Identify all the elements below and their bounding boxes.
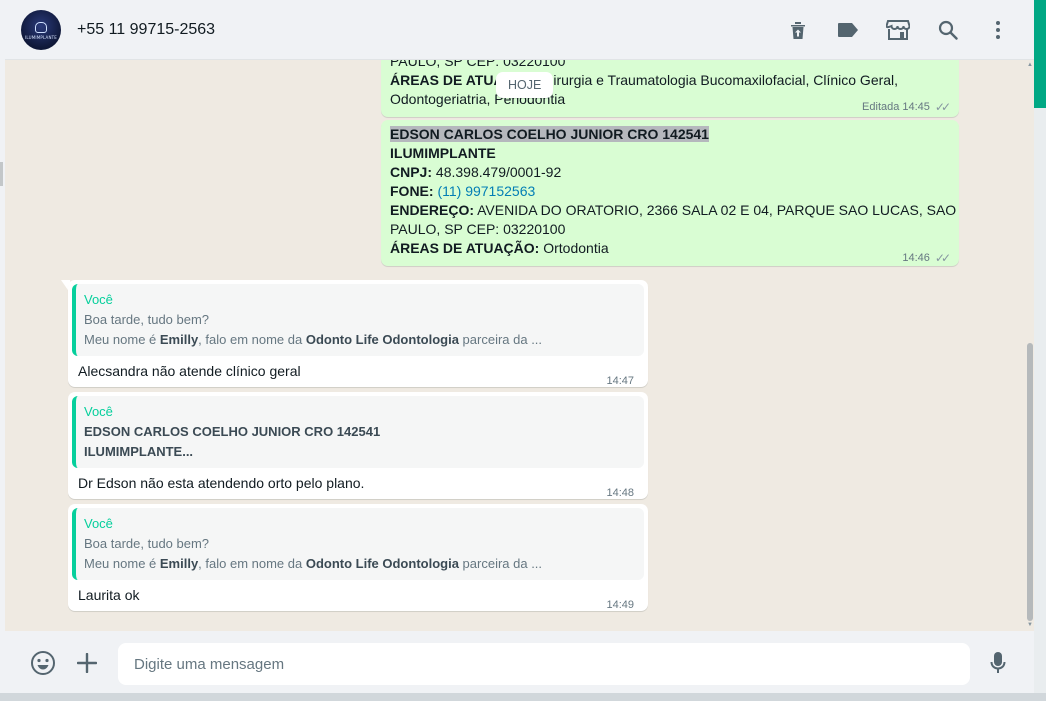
scroll-up-icon[interactable]: ▲	[1027, 62, 1033, 68]
quote-text: , falo em nome da	[198, 556, 306, 571]
message-time: 14:47	[606, 375, 634, 387]
message-meta: 14:49	[606, 596, 640, 615]
message-composer	[5, 631, 1034, 693]
quote-text-line: EDSON CARLOS COELHO JUNIOR CRO 142541	[84, 424, 381, 439]
field-label: ÁREAS DE ATUAÇÃO:	[390, 240, 540, 256]
tooth-logo-icon	[35, 22, 47, 33]
delete-icon[interactable]	[786, 18, 810, 42]
double-check-icon: ✓✓	[934, 251, 951, 265]
left-edge-marker	[0, 162, 3, 186]
message-time: 14:46	[902, 252, 930, 264]
quote-author: Você	[84, 292, 113, 307]
chat-window: ILUMIMPLANTE +55 11 99715-2563 PAULO, SP…	[5, 0, 1034, 693]
quote-text-line: Meu nome é Emilly, falo em nome da Odont…	[84, 330, 644, 350]
quote-text-bold: Emilly	[159, 556, 199, 571]
message-outgoing[interactable]: EDSON CARLOS COELHO JUNIOR CRO 142541 IL…	[381, 120, 959, 266]
quote-text-bold: Emilly	[159, 332, 199, 347]
message-incoming[interactable]: Você Boa tarde, tudo bem? Meu nome é Emi…	[68, 504, 648, 611]
scroll-down-icon[interactable]: ▼	[1027, 622, 1033, 628]
message-scrollbar[interactable]: ▲ ▼	[1026, 60, 1034, 631]
field-value: Ortodontia	[539, 240, 609, 256]
search-icon[interactable]	[936, 18, 960, 42]
double-check-icon: ✓✓	[934, 100, 951, 114]
message-input[interactable]	[118, 643, 970, 685]
label-icon[interactable]	[836, 18, 860, 42]
message-title: EDSON CARLOS COELHO JUNIOR CRO 142541	[390, 126, 709, 142]
quote-text-bold: Odonto Life Odontologia	[305, 556, 459, 571]
field-label: CNPJ:	[390, 164, 433, 180]
message-time: 14:49	[606, 599, 634, 611]
avatar-brand-text: ILUMIMPLANTE	[24, 35, 58, 40]
field-value: 48.398.479/0001-92	[432, 164, 562, 180]
quote-text: Meu nome é	[84, 332, 160, 347]
message-incoming[interactable]: Você EDSON CARLOS COELHO JUNIOR CRO 1425…	[68, 392, 648, 499]
message-meta: 14:47	[606, 372, 640, 391]
message-text-line: FONE: (11) 997152563	[390, 182, 535, 201]
message-list[interactable]: PAULO, SP CEP: 03220100 ÁREAS DE ATUAÇÃO…	[5, 60, 1034, 631]
message-text-line: PAULO, SP CEP: 03220100	[390, 221, 566, 237]
quote-text-line: Meu nome é Emilly, falo em nome da Odont…	[84, 554, 644, 574]
chat-header: ILUMIMPLANTE +55 11 99715-2563	[5, 0, 1034, 60]
quote-text-line: Boa tarde, tudo bem?	[84, 312, 210, 327]
message-outgoing[interactable]: PAULO, SP CEP: 03220100 ÁREAS DE ATUAÇÃO…	[381, 60, 959, 117]
contact-name[interactable]: +55 11 99715-2563	[77, 21, 215, 39]
message-text-line: EDSON CARLOS COELHO JUNIOR CRO 142541	[390, 125, 709, 144]
message-text-line: CNPJ: 48.398.479/0001-92	[390, 163, 561, 182]
quote-text-line: Boa tarde, tudo bem?	[84, 536, 210, 551]
quote-author: Você	[84, 516, 113, 531]
emoji-icon[interactable]	[30, 650, 56, 676]
message-incoming[interactable]: Você Boa tarde, tudo bem? Meu nome é Emi…	[68, 280, 648, 387]
scrollbar-thumb[interactable]	[1027, 343, 1033, 621]
field-value: AVENIDA DO ORATORIO, 2366 SALA 02 E 04, …	[474, 202, 957, 218]
right-edge-accent	[1034, 0, 1046, 108]
message-time: 14:45	[902, 101, 930, 113]
date-divider: HOJE	[496, 72, 554, 98]
message-meta: Editada 14:45 ✓✓	[862, 98, 951, 117]
edited-label: Editada	[862, 101, 900, 113]
message-text: Laurita ok	[78, 587, 140, 603]
menu-icon[interactable]	[986, 18, 1010, 42]
message-text: Dr Edson não esta atendendo orto pelo pl…	[78, 475, 365, 491]
message-meta: 14:48	[606, 484, 640, 503]
message-text-line: ILUMIMPLANTE	[390, 145, 496, 161]
quote-author: Você	[84, 404, 113, 419]
field-value: Cirurgia e Traumatologia Bucomaxilofacia…	[539, 72, 899, 88]
message-time: 14:48	[606, 487, 634, 499]
phone-link[interactable]: (11) 997152563	[437, 183, 535, 199]
bottom-edge	[0, 693, 1046, 701]
field-label: FONE:	[390, 183, 434, 199]
quote-text-bold: Odonto Life Odontologia	[305, 332, 459, 347]
avatar[interactable]: ILUMIMPLANTE	[21, 10, 61, 50]
store-icon[interactable]	[886, 18, 910, 42]
attach-plus-icon[interactable]	[74, 650, 100, 676]
field-label: ENDEREÇO:	[390, 202, 475, 218]
message-text-line: ENDEREÇO: AVENIDA DO ORATORIO, 2366 SALA…	[390, 201, 956, 220]
message-meta: 14:46 ✓✓	[902, 249, 951, 268]
quote-text: parceira da ...	[458, 332, 543, 347]
quote-text: Meu nome é	[84, 556, 160, 571]
message-text: Alecsandra não atende clínico geral	[78, 363, 301, 379]
quote-text: , falo em nome da	[198, 332, 306, 347]
quote-text: parceira da ...	[458, 556, 543, 571]
quoted-message[interactable]: Você Boa tarde, tudo bem? Meu nome é Emi…	[72, 508, 644, 580]
quote-text-line: ILUMIMPLANTE...	[84, 444, 194, 459]
message-text-line: PAULO, SP CEP: 03220100	[390, 60, 566, 69]
message-text-line: ÁREAS DE ATUAÇÃO: Ortodontia	[390, 239, 609, 258]
quoted-message[interactable]: Você Boa tarde, tudo bem? Meu nome é Emi…	[72, 284, 644, 356]
microphone-icon[interactable]	[985, 650, 1011, 676]
message-text-line: ÁREAS DE ATUAÇÃO: Cirurgia e Traumatolog…	[390, 71, 898, 90]
right-edge	[1034, 0, 1046, 701]
quoted-message[interactable]: Você EDSON CARLOS COELHO JUNIOR CRO 1425…	[72, 396, 644, 468]
